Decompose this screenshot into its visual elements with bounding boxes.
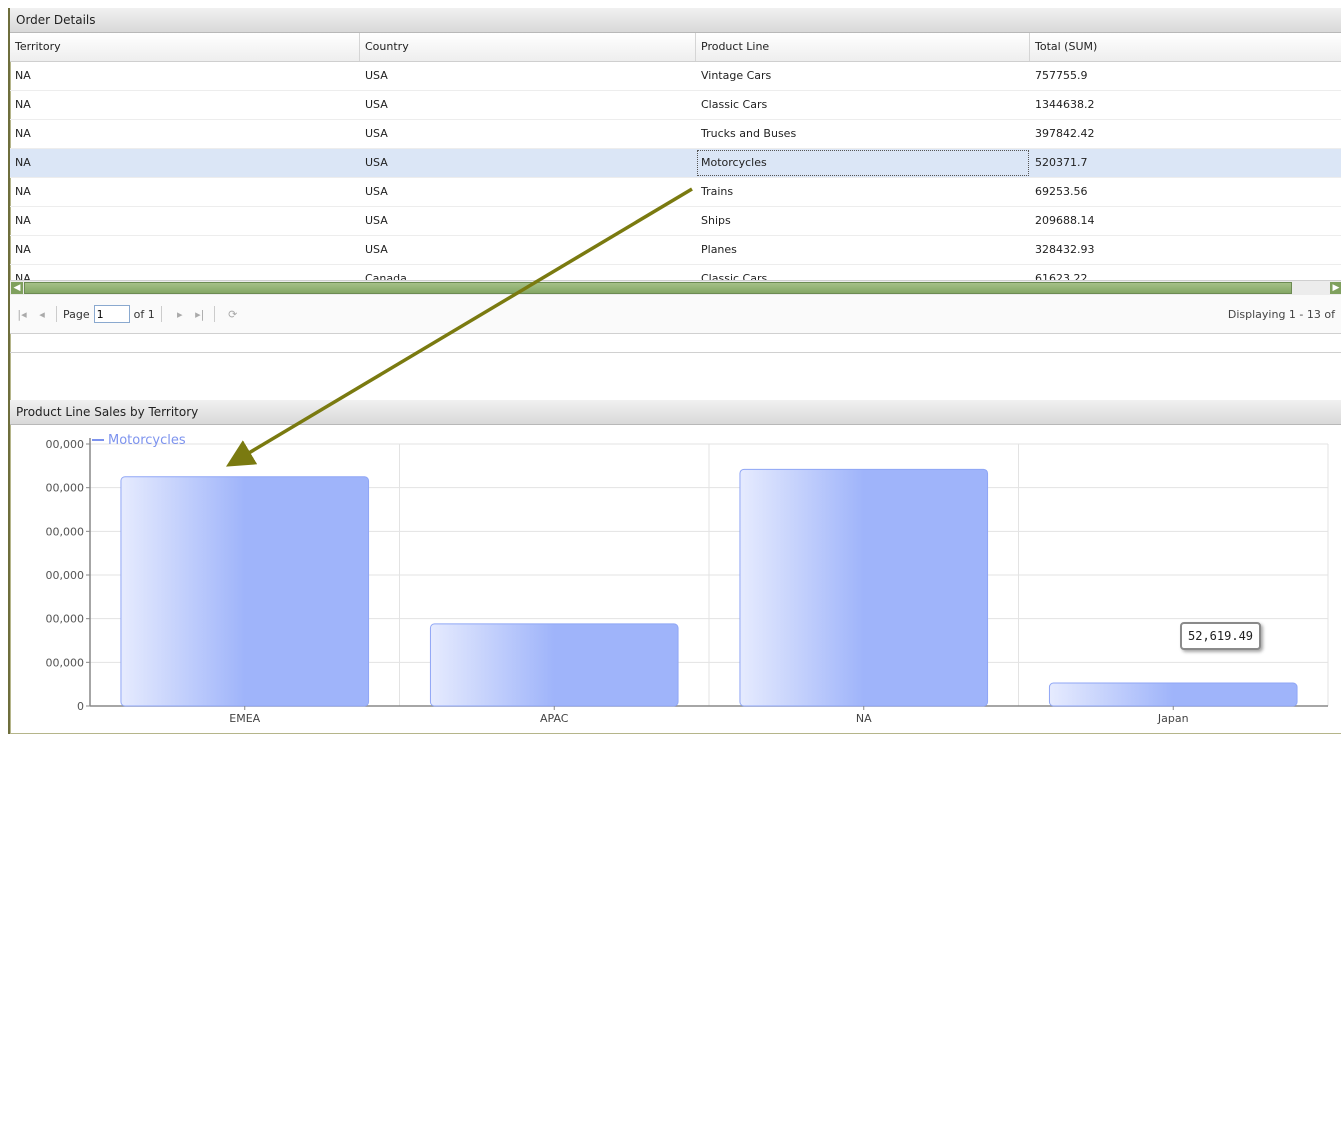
table-row[interactable]: NA USA Trains 69253.56	[10, 178, 1341, 207]
cell-total: 1344638.2	[1035, 98, 1095, 111]
cell-territory: NA	[15, 185, 31, 198]
chart-area: 00,000 00,000 00,000 00,000 00,000 00,000 0 EME…	[10, 424, 1330, 738]
cell-territory: NA	[15, 214, 31, 227]
cell-country: USA	[365, 185, 388, 198]
first-page-icon[interactable]: |◂	[14, 308, 30, 321]
y-tick-label: 00,000	[46, 569, 85, 582]
page-label: Page	[63, 307, 90, 321]
cell-product-line: Classic Cars	[701, 272, 768, 280]
y-tick-label: 00,000	[46, 613, 85, 626]
cell-total: 328432.93	[1035, 243, 1095, 256]
table-row[interactable]: NA USA Ships 209688.14	[10, 207, 1341, 236]
cell-product-line: Trucks and Buses	[701, 127, 797, 140]
chart-tooltip: 52,619.49	[1180, 622, 1262, 650]
cell-territory: NA	[15, 69, 31, 82]
bar-na	[739, 468, 989, 707]
toolbar-separator	[213, 306, 215, 322]
cell-country: USA	[365, 214, 388, 227]
cell-total: 520371.7	[1035, 156, 1088, 169]
page-count-label: of 1	[133, 307, 155, 321]
order-details-title: Order Details	[10, 8, 1341, 33]
scroll-right-icon[interactable]: ▶	[1330, 282, 1341, 294]
y-tick-label: 00,000	[46, 438, 85, 451]
panel-spacer	[10, 334, 1341, 353]
column-header-product-line[interactable]: Product Line	[696, 33, 1030, 61]
toolbar-separator	[56, 306, 57, 322]
cell-product-line-focused[interactable]: Motorcycles	[696, 149, 1030, 177]
horizontal-scrollbar[interactable]: ◀ ▶	[10, 280, 1341, 295]
app-frame: Order Details Territory Country Product …	[8, 8, 1341, 734]
cell-territory: NA	[15, 156, 31, 169]
table-row[interactable]: NA USA Classic Cars 1344638.2	[10, 91, 1341, 120]
product-line-sales-panel: Product Line Sales by Territory 00,000 00…	[10, 400, 1341, 1126]
column-header-total[interactable]: Total (SUM)	[1030, 33, 1341, 61]
cell-product-line: Trains	[701, 185, 734, 198]
table-row[interactable]: NA USA Planes 328432.93	[10, 236, 1341, 265]
refresh-icon[interactable]: ⟳	[225, 308, 241, 321]
x-tick-label: NA	[856, 712, 872, 725]
bar-emea	[120, 476, 370, 707]
x-tick-label: Japan	[1157, 712, 1189, 725]
cell-total: 397842.42	[1035, 127, 1095, 140]
y-tick-label: 0	[77, 700, 84, 713]
cell-product-line: Vintage Cars	[701, 69, 772, 82]
cell-total: 209688.14	[1035, 214, 1095, 227]
cell-country: USA	[365, 156, 388, 169]
table-row-selected[interactable]: NA USA Motorcycles 520371.7	[10, 149, 1341, 178]
cell-country: USA	[365, 98, 388, 111]
cell-country: Canada	[365, 272, 407, 280]
scrollbar-thumb[interactable]	[24, 282, 1292, 294]
table-row[interactable]: NA Canada Classic Cars 61623.22	[10, 265, 1341, 280]
bar-japan	[1048, 682, 1298, 707]
grid-body: NA USA Vintage Cars 757755.9 NA USA Clas…	[10, 62, 1341, 280]
cell-country: USA	[365, 69, 388, 82]
cell-territory: NA	[15, 243, 31, 256]
cell-total: 61623.22	[1035, 272, 1088, 280]
cell-country: USA	[365, 243, 388, 256]
bar-apac	[429, 623, 679, 707]
cell-territory: NA	[15, 272, 31, 280]
y-tick-label: 00,000	[46, 656, 85, 669]
chart-panel-title: Product Line Sales by Territory	[10, 400, 1341, 425]
legend-label: Motorcycles	[108, 433, 186, 448]
next-page-icon[interactable]: ▸	[172, 308, 188, 321]
last-page-icon[interactable]: ▸|	[192, 308, 208, 321]
x-tick-label: EMEA	[229, 712, 260, 725]
cell-territory: NA	[15, 127, 31, 140]
order-details-panel: Order Details Territory Country Product …	[10, 8, 1341, 400]
cell-total: 757755.9	[1035, 69, 1088, 82]
toolbar-separator	[160, 306, 162, 322]
grid-header: Territory Country Product Line Total (SU…	[10, 33, 1341, 62]
x-tick-label: APAC	[540, 712, 569, 725]
cell-product-line: Ships	[701, 214, 731, 227]
page-number-input[interactable]	[93, 305, 130, 323]
prev-page-icon[interactable]: ◂	[34, 308, 50, 321]
paging-toolbar: |◂ ◂ Page of 1 ▸ ▸| ⟳ Displaying 1 - 13 …	[10, 295, 1341, 334]
y-tick-label: 00,000	[46, 482, 85, 495]
scroll-left-icon[interactable]: ◀	[11, 282, 23, 294]
column-header-territory[interactable]: Territory	[10, 33, 360, 61]
bar-chart: 00,000 00,000 00,000 00,000 00,000 00,000 0 EME…	[46, 433, 1329, 725]
cell-product-line: Planes	[701, 243, 737, 256]
cell-territory: NA	[15, 98, 31, 111]
cell-total: 69253.56	[1035, 185, 1088, 198]
cell-product-line: Classic Cars	[701, 98, 768, 111]
cell-country: USA	[365, 127, 388, 140]
table-row[interactable]: NA USA Vintage Cars 757755.9	[10, 62, 1341, 91]
column-header-country[interactable]: Country	[360, 33, 696, 61]
table-row[interactable]: NA USA Trucks and Buses 397842.42	[10, 120, 1341, 149]
y-tick-label: 00,000	[46, 525, 85, 538]
displaying-count: Displaying 1 - 13 of	[1227, 307, 1335, 321]
